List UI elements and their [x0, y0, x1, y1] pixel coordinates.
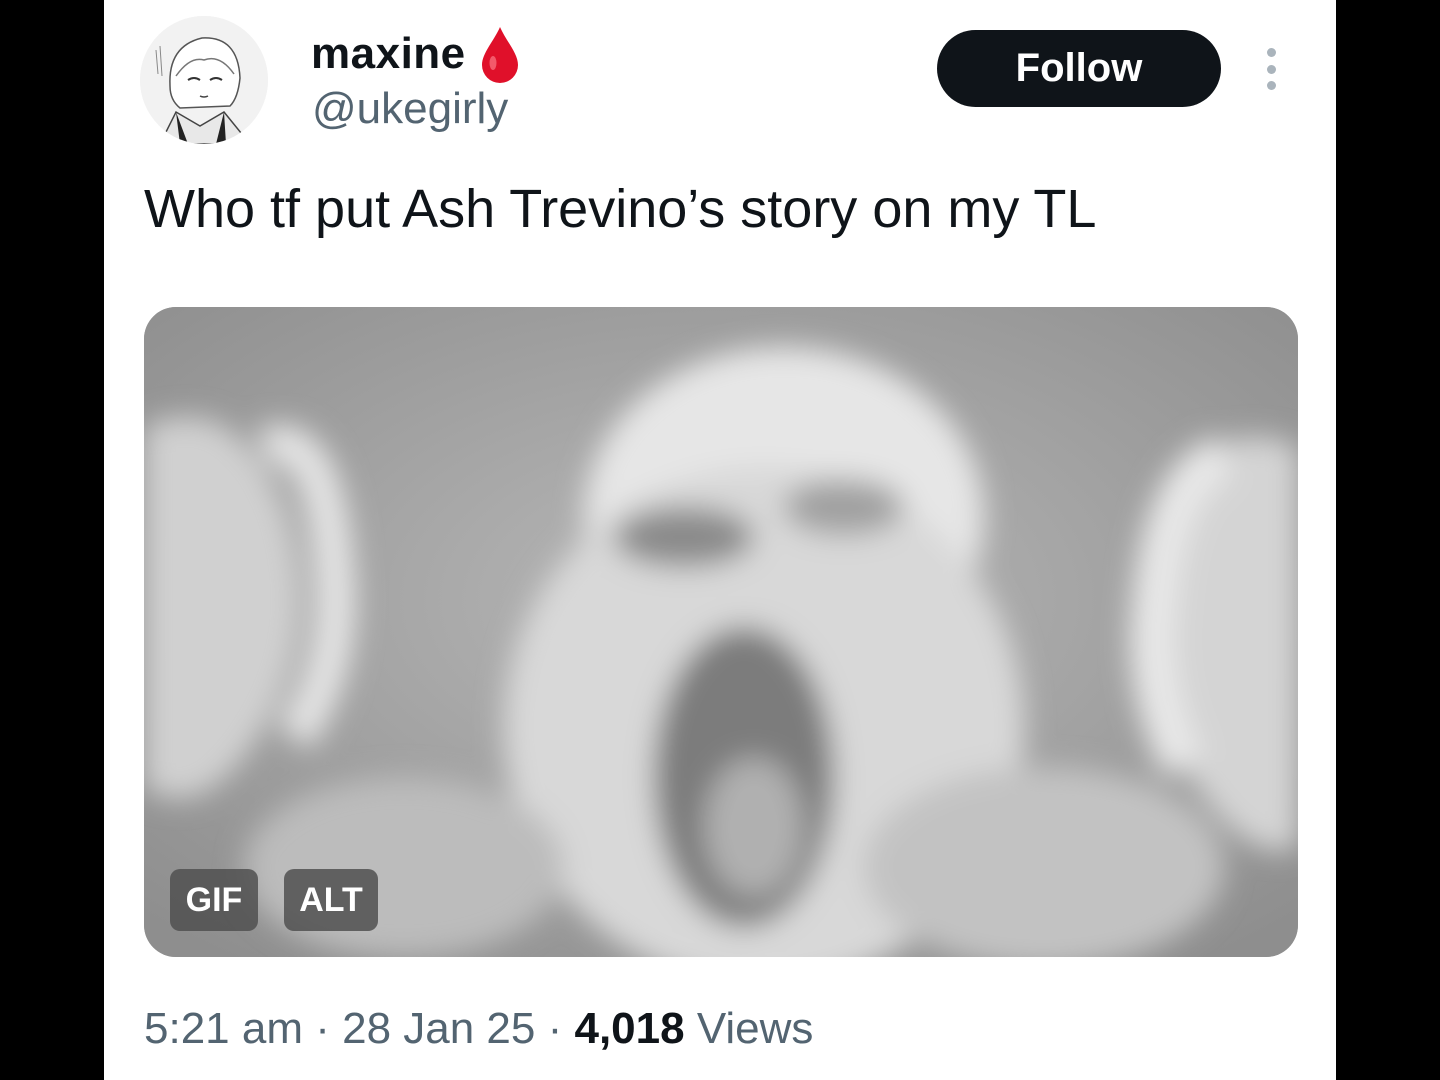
gif-badge[interactable]: GIF — [170, 869, 258, 931]
tweet-card: maxine @ukegirly Follow Who tf put Ash T… — [104, 0, 1336, 1080]
screaming-face-image — [144, 307, 1298, 957]
alt-badge[interactable]: ALT — [284, 869, 378, 931]
author-name-row[interactable]: maxine — [311, 24, 520, 84]
tweet-meta: 5:21 am · 28 Jan 25 · 4,018 Views — [144, 1004, 813, 1054]
display-name[interactable]: maxine — [311, 29, 466, 79]
tweet-date[interactable]: 28 Jan 25 — [342, 1004, 535, 1053]
separator: · — [535, 1004, 575, 1053]
separator: · — [302, 1004, 343, 1053]
avatar[interactable] — [140, 16, 268, 144]
author-handle[interactable]: @ukegirly — [312, 84, 508, 134]
views-count[interactable]: 4,018 — [574, 1004, 684, 1053]
tweet-time[interactable]: 5:21 am — [144, 1004, 303, 1053]
views-label: Views — [684, 1004, 814, 1053]
blood-drop-icon — [480, 25, 520, 83]
more-vertical-icon[interactable] — [1256, 48, 1286, 90]
follow-button[interactable]: Follow — [937, 30, 1221, 107]
dot — [1266, 64, 1276, 74]
manga-avatar-image — [140, 16, 268, 144]
gif-media[interactable]: GIF ALT — [144, 307, 1298, 957]
dot — [1266, 48, 1276, 57]
dot — [1266, 81, 1276, 90]
tweet-text: Who tf put Ash Trevino’s story on my TL — [144, 179, 1097, 239]
